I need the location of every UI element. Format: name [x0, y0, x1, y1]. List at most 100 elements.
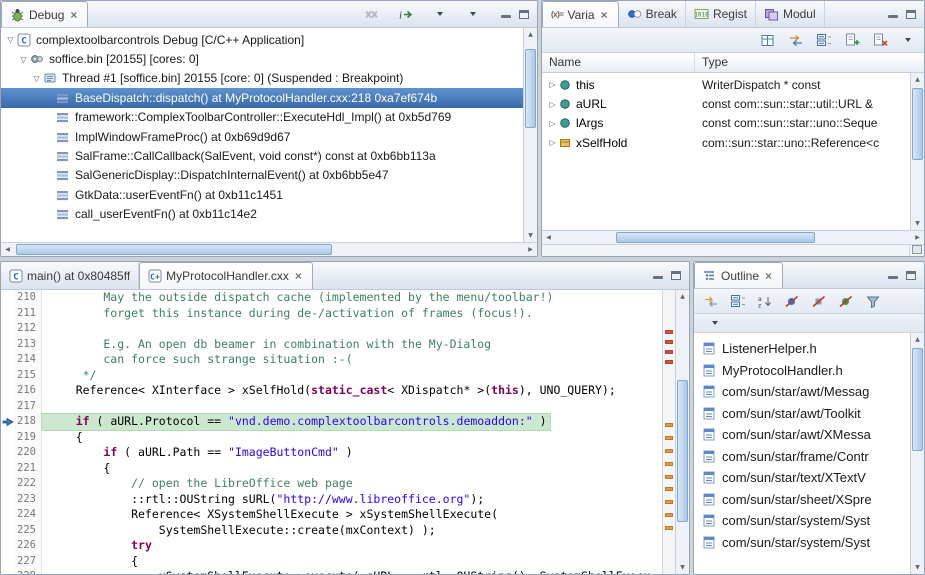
outline-item[interactable]: com/sun/star/frame/Contr	[694, 446, 910, 468]
code-line[interactable]: 224 Reference< XSystemShellExecute > xSy…	[1, 507, 662, 523]
maximize-icon[interactable]	[519, 9, 529, 19]
maximize-icon[interactable]	[671, 271, 681, 280]
outline-item[interactable]: com/sun/star/sheet/XSpre	[694, 489, 910, 511]
expander-icon[interactable]: ▽	[30, 74, 43, 83]
code-line[interactable]: 212	[1, 321, 662, 337]
remove-all-terminated-icon[interactable]	[363, 5, 380, 24]
link-with-editor-icon[interactable]	[702, 292, 719, 311]
minimize-icon[interactable]	[888, 271, 898, 280]
tab-debug[interactable]: Debug	[1, 1, 89, 27]
code-line[interactable]: 227 {	[1, 553, 662, 569]
collapse-all-icon[interactable]	[815, 31, 832, 50]
close-icon[interactable]	[763, 269, 774, 283]
code-line[interactable]: 220 if ( aURL.Path == "ImageButtonCmd" )	[1, 445, 662, 461]
line-number[interactable]: 210	[14, 290, 42, 306]
debug-tree-item[interactable]: ▽ soffice.bin [20155] [cores: 0]	[1, 49, 523, 68]
tab-varia[interactable]: (x)= Varia	[542, 1, 619, 27]
tab-break[interactable]: Break	[619, 1, 686, 27]
code-line[interactable]: 225 SystemShellExecute::create(mxContext…	[1, 522, 662, 538]
overview-marker[interactable]	[665, 339, 673, 344]
scrollbar-track[interactable]	[14, 243, 524, 256]
debug-horizontal-scrollbar[interactable]	[1, 242, 537, 256]
column-header-type[interactable]: Type	[695, 53, 924, 72]
code-line[interactable]: 222 // open the LibreOffice web page	[1, 476, 662, 492]
scroll-down-icon[interactable]	[911, 561, 924, 574]
code-line[interactable]: 216 Reference< XInterface > xSelfHold(st…	[1, 383, 662, 399]
debug-tree-item[interactable]: ▽ Thread #1 [soffice.bin] 20155 [core: 0]…	[1, 69, 523, 88]
view-menu-icon[interactable]	[706, 314, 723, 333]
code-line[interactable]: 226 try	[1, 538, 662, 554]
tab-outline[interactable]: Outline	[694, 262, 784, 288]
outline-item[interactable]: ListenerHelper.h	[694, 338, 910, 360]
debug-tree-item[interactable]: call_userEventFn() at 0xb11c14e2	[1, 205, 523, 224]
scroll-right-icon[interactable]	[524, 243, 537, 256]
outline-vertical-scrollbar[interactable]	[910, 333, 924, 574]
overview-marker[interactable]	[665, 525, 673, 530]
code-line[interactable]: 214 can force such strange situation :-(	[1, 352, 662, 368]
line-number[interactable]: 213	[14, 336, 42, 352]
debug-tree-item[interactable]: SalGenericDisplay::DispatchInternalEvent…	[1, 166, 523, 185]
debug-tree-item[interactable]: BaseDispatch::dispatch() at MyProtocolHa…	[1, 88, 523, 108]
overview-marker[interactable]	[665, 500, 673, 505]
collapse-all-icon[interactable]	[729, 292, 746, 311]
overview-ruler[interactable]	[662, 290, 675, 574]
outline-item[interactable]: com/sun/star/awt/Messag	[694, 381, 910, 403]
expander-icon[interactable]: ▷	[546, 138, 559, 147]
debug-tree-item[interactable]: SalFrame::CallCallback(SalEvent, void co…	[1, 146, 523, 165]
debug-tree-item[interactable]: GtkData::userEventFn() at 0xb11c1451	[1, 185, 523, 204]
variables-vertical-scrollbar[interactable]	[910, 73, 924, 230]
variable-row[interactable]: ▷ aURL const com::sun::star::util::URL &	[542, 94, 910, 113]
scrollbar-thumb[interactable]	[16, 244, 333, 255]
outline-item[interactable]: com/sun/star/text/XTextV	[694, 467, 910, 489]
line-number[interactable]: 212	[14, 321, 42, 337]
expander-icon[interactable]: ▽	[17, 55, 30, 64]
scroll-down-icon[interactable]	[676, 561, 689, 574]
line-number[interactable]: 225	[14, 522, 42, 538]
line-number[interactable]: 216	[14, 383, 42, 399]
outline-item[interactable]: com/sun/star/system/Syst	[694, 532, 910, 554]
close-icon[interactable]	[599, 8, 610, 22]
line-number[interactable]: 222	[14, 476, 42, 492]
scroll-left-icon[interactable]	[542, 231, 555, 244]
code-line[interactable]: 218 if ( aURL.Protocol == "vnd.demo.comp…	[1, 413, 662, 431]
tab-regist[interactable]: 1010 Regist	[686, 1, 756, 27]
scroll-up-icon[interactable]	[676, 290, 689, 303]
line-number[interactable]: 221	[14, 460, 42, 476]
outline-item[interactable]: com/sun/star/system/Syst	[694, 510, 910, 532]
sort-icon[interactable]: az	[756, 292, 773, 311]
outline-item[interactable]: MyProtocolHandler.h	[694, 360, 910, 382]
overview-marker[interactable]	[665, 423, 673, 428]
overview-marker[interactable]	[665, 349, 673, 354]
add-global-variables-icon[interactable]	[843, 31, 860, 50]
maximize-icon[interactable]	[906, 270, 916, 280]
code-line[interactable]: 213 E.g. An open db beamer in combinatio…	[1, 336, 662, 352]
overview-marker[interactable]	[665, 512, 673, 517]
resize-corner[interactable]	[909, 245, 924, 256]
line-number[interactable]: 214	[14, 352, 42, 368]
hide-fields-icon[interactable]	[783, 292, 800, 311]
expander-icon[interactable]: ▷	[546, 119, 559, 128]
column-header-name[interactable]: Name	[542, 53, 695, 72]
line-number[interactable]: 228	[14, 569, 42, 574]
scroll-left-icon[interactable]	[1, 243, 14, 256]
debug-tree-item[interactable]: ImplWindowFrameProc() at 0xb69d9d67	[1, 127, 523, 146]
scrollbar-thumb[interactable]	[677, 380, 688, 523]
overview-marker[interactable]	[665, 359, 673, 364]
tab-main-at-0x80485ff[interactable]: Cmain() at 0x80485ff	[1, 262, 140, 289]
line-number[interactable]: 215	[14, 367, 42, 383]
variable-row[interactable]: ▷ this WriterDispatch * const	[542, 75, 910, 94]
view-menu-2-icon[interactable]	[464, 5, 481, 24]
overview-marker[interactable]	[665, 487, 673, 492]
tab-myprotocolhandler-cxx[interactable]: C+ MyProtocolHandler.cxx	[139, 262, 313, 289]
line-number[interactable]: 223	[14, 491, 42, 507]
overview-marker[interactable]	[665, 329, 673, 334]
scrollbar-track[interactable]	[555, 231, 911, 244]
expander-icon[interactable]: ▽	[4, 35, 17, 44]
scrollbar-thumb[interactable]	[912, 348, 923, 452]
line-number[interactable]: 226	[14, 538, 42, 554]
view-menu-icon[interactable]	[899, 31, 916, 50]
scrollbar-track[interactable]	[911, 86, 924, 217]
view-menu-icon[interactable]	[431, 5, 448, 24]
show-logical-structure-icon[interactable]	[787, 31, 804, 50]
overview-marker[interactable]	[665, 436, 673, 441]
